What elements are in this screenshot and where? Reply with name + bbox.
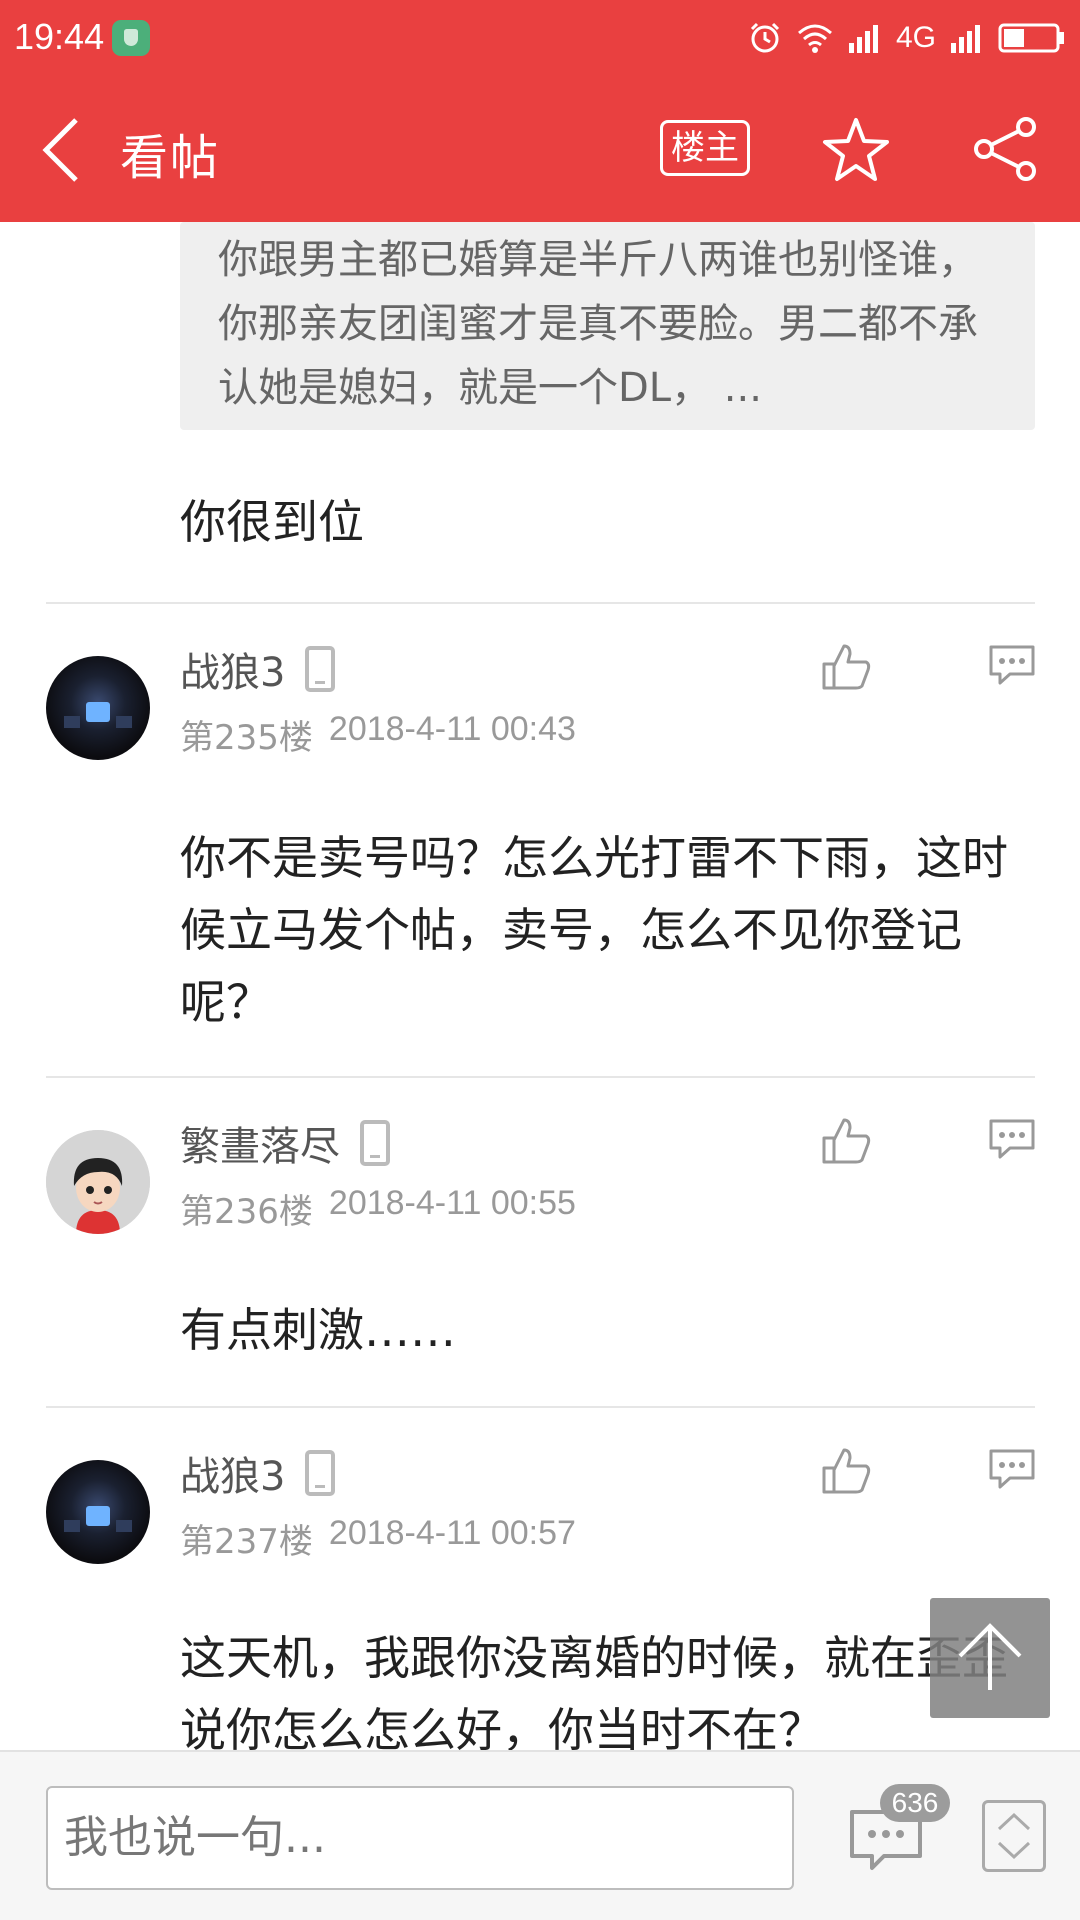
signal-icon [848,25,878,53]
thumbs-up-icon[interactable] [820,1116,872,1166]
comment-bubble-icon[interactable] [988,1448,1036,1490]
battery-icon [998,23,1064,53]
username[interactable]: 战狼3 [180,640,285,698]
post-date: 2018-4-11 00:55 [328,1184,576,1222]
up-down-arrows-icon [997,1812,1031,1860]
username-row: 战狼3 [180,640,336,698]
signal-icon-2 [951,25,980,53]
divider [46,1406,1035,1408]
post-list[interactable]: 你跟男主都已婚算是半斤八两谁也别怪谁，你那亲友团闺蜜才是真不要脸。男二都不承认她… [0,222,1080,1750]
share-icon[interactable] [972,116,1038,182]
wifi-icon [797,24,832,53]
mobile-phone-icon [360,1120,390,1166]
comment-bubble-icon[interactable] [988,644,1036,686]
post-content: 有点刺激…… [180,1303,456,1357]
status-bar: 19:44 4G [0,0,1080,78]
nav-bar: 看帖 楼主 [0,78,1080,222]
thumbs-up-icon[interactable] [820,1446,872,1496]
post-meta: 第235楼 2018-4-11 00:43 [180,710,576,759]
comment-bubble-icon[interactable] [988,1118,1036,1160]
floor-number: 第235楼 [180,718,313,758]
username-row: 战狼3 [180,1444,336,1502]
floor-number: 第237楼 [180,1522,313,1562]
status-time: 19:44 [14,16,105,57]
cartoon-avatar-icon [46,1130,150,1234]
header-bar: 19:44 4G 看帖 楼主 [0,0,1080,222]
page-title: 看帖 [120,130,221,186]
mobile-phone-icon [305,1450,336,1496]
post-meta: 第237楼 2018-4-11 00:57 [180,1514,576,1563]
avatar[interactable] [46,656,150,760]
post-content: 你不是卖号吗？怎么光打雷不下雨，这时候立马发个帖，卖号，怎么不见你登记呢？ [180,831,1008,1029]
bottom-bar: 我也说一句... 636 [0,1750,1080,1920]
avatar[interactable] [46,1130,150,1234]
arrow-up-icon [958,1623,1022,1690]
alarm-icon [750,22,780,53]
back-arrow-icon[interactable] [36,114,86,186]
username-row: 繁畫落尽 [180,1114,390,1172]
post-date: 2018-4-11 00:43 [328,710,576,748]
username[interactable]: 繁畫落尽 [180,1114,340,1172]
scroll-to-top-button[interactable] [930,1598,1050,1718]
star-favorite-icon[interactable] [822,116,890,184]
owner-only-button[interactable]: 楼主 [660,120,750,176]
divider [46,602,1035,604]
divider [46,1076,1035,1078]
username[interactable]: 战狼3 [180,1444,285,1502]
mobile-phone-icon [305,646,336,692]
comment-count-badge: 636 [880,1784,950,1822]
security-shield-icon [112,20,150,56]
quoted-reply[interactable]: 你跟男主都已婚算是半斤八两谁也别怪谁，你那亲友团闺蜜才是真不要脸。男二都不承认她… [180,222,1035,430]
status-icons: 4G [748,18,1066,58]
reply-input[interactable]: 我也说一句... [46,1786,794,1890]
thumbs-up-icon[interactable] [820,642,872,692]
network-type: 4G [895,21,936,54]
floor-number: 第236楼 [180,1192,313,1232]
avatar[interactable] [46,1460,150,1564]
post-content: 这天机，我跟你没离婚的时候，就在歪歪说你怎么怎么好，你当时不在？ [180,1631,1008,1750]
page-jump-button[interactable] [982,1800,1046,1872]
post-meta: 第236楼 2018-4-11 00:55 [180,1184,576,1233]
post-date: 2018-4-11 00:57 [328,1514,576,1552]
reply-text: 你很到位 [180,495,364,549]
